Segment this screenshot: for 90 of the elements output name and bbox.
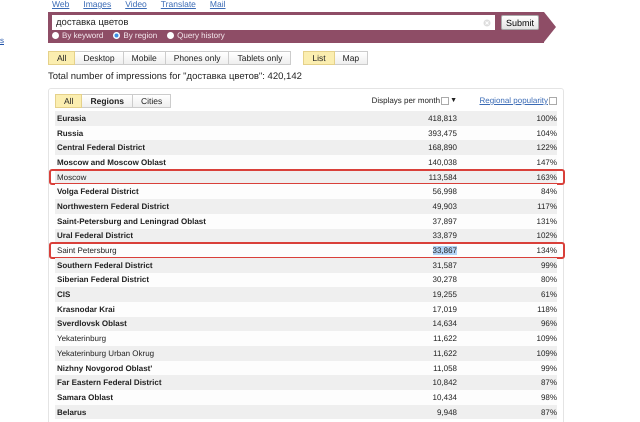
region-name: Belarus [56, 408, 88, 417]
nav-link[interactable]: Video [125, 0, 147, 9]
filter-tab[interactable]: Tablets only [229, 51, 292, 65]
table-cell-text: 87% [540, 408, 557, 417]
region-name: Russia [56, 128, 84, 138]
table-cell: 393,475 [428, 128, 457, 138]
radio-option[interactable]: Query history [167, 31, 225, 40]
filter-tab[interactable]: Mobile [124, 51, 166, 65]
radio-button[interactable] [113, 32, 120, 39]
nav-link[interactable]: Web [52, 0, 70, 9]
table-cell-text: 99% [540, 260, 557, 270]
table-cell-text: 109% [536, 348, 557, 358]
region-name: Northwestern Federal District [56, 202, 170, 211]
nav-link[interactable]: Translate [160, 0, 196, 9]
table-cell: 9,948 [436, 408, 457, 417]
table-cell: 168,890 [428, 143, 457, 152]
table-cell: 11,058 [433, 364, 457, 373]
table-tab[interactable]: All [55, 94, 82, 108]
table-cell-text: 61% [540, 290, 557, 300]
table-cell-text: 147% [536, 158, 557, 167]
table-cell-text: 122% [536, 143, 557, 152]
table-cell-text: 117% [536, 202, 557, 211]
region-name: Yekaterinburg [56, 334, 108, 344]
table-cell-text: 96% [540, 319, 557, 328]
table-cell: 37,897 [432, 216, 457, 226]
table-cell-text: 84% [540, 187, 557, 196]
table-cell: 19,255 [432, 290, 457, 300]
filter-tab[interactable]: Phones only [166, 51, 230, 65]
region-name: Saint Petersburg [56, 246, 118, 256]
nav-link[interactable]: Images [83, 0, 112, 9]
table-cell-text: 163% [536, 172, 557, 182]
table-tab[interactable]: Cities [132, 94, 172, 108]
table-cell: 56,998 [432, 187, 457, 196]
table-cell-text: 109% [536, 334, 557, 344]
region-name: Yekaterinburg Urban Okrug [56, 348, 156, 358]
table-cell-text: 99% [540, 364, 557, 373]
region-name: Southern Federal District [56, 260, 154, 270]
table-cell: 11,622 [433, 348, 457, 358]
table-cell: 14,634 [432, 319, 457, 328]
table-tab[interactable]: Regions [82, 94, 133, 108]
table-cell-text: 80% [540, 275, 557, 284]
nav-link[interactable]: s [0, 36, 4, 45]
table-cell: 113,584 [428, 172, 457, 182]
radio-button[interactable] [167, 32, 174, 39]
column-header-link[interactable]: Regional popularity [480, 96, 548, 105]
region-name: Krasnodar Krai [56, 304, 116, 314]
radio-option[interactable]: By region [113, 31, 158, 40]
region-name: Samara Oblast [56, 392, 114, 402]
submit-button[interactable]: Submit [501, 15, 539, 30]
radio-option[interactable]: By keyword [52, 31, 104, 40]
table-cell: 31,587 [432, 260, 457, 270]
column-header: Displays per month [372, 96, 440, 105]
table-cell: 10,434 [432, 392, 457, 402]
table-cell-text: 104% [536, 128, 557, 138]
region-name: Nizhny Novgorod Oblast' [56, 364, 154, 373]
region-name: Moscow [56, 172, 88, 182]
region-name: Sverdlovsk Oblast [56, 319, 128, 328]
table-cell: 140,038 [428, 158, 457, 167]
table-cell: 418,813 [428, 114, 457, 123]
table-cell-text: 102% [536, 231, 557, 240]
radio-button[interactable] [52, 32, 59, 39]
region-name: Far Eastern Federal District [56, 378, 162, 388]
table-cell-text: 100% [536, 114, 557, 123]
region-name: Ural Federal District [56, 231, 134, 240]
region-name: Eurasia [56, 114, 87, 123]
region-name: Central Federal District [56, 143, 146, 152]
table-cell: 49,903 [432, 202, 457, 211]
region-name: Volga Federal District [56, 187, 140, 196]
total-impressions: Total number of impressions for "доставка цветов": 420,142 [48, 71, 303, 82]
table-cell-text: 134% [536, 246, 557, 256]
table-cell: 33,867 [432, 246, 457, 256]
table-cell: 11,622 [433, 334, 457, 344]
table-cell-text: 131% [536, 216, 557, 226]
search-field[interactable]: доставка цветов [52, 15, 495, 30]
table-cell-text: 87% [540, 378, 557, 388]
table-cell: 30,278 [432, 275, 457, 284]
view-tab[interactable]: List [303, 51, 335, 65]
table-cell: 33,879 [432, 231, 457, 240]
region-name: Moscow and Moscow Oblast [56, 158, 167, 167]
view-tab[interactable]: Map [334, 51, 368, 65]
region-name: Siberian Federal District [56, 275, 150, 284]
filter-tab[interactable]: Desktop [75, 51, 124, 65]
table-cell: 10,842 [432, 378, 457, 388]
filter-tab[interactable]: All [48, 51, 76, 65]
nav-link[interactable]: Mail [210, 0, 226, 9]
table-cell: 17,019 [432, 304, 457, 314]
region-name: Saint-Petersburg and Leningrad Oblast [56, 216, 207, 226]
table-cell-text: 98% [540, 392, 557, 402]
table-cell-text: 118% [536, 304, 557, 314]
region-name: CIS [56, 290, 72, 300]
